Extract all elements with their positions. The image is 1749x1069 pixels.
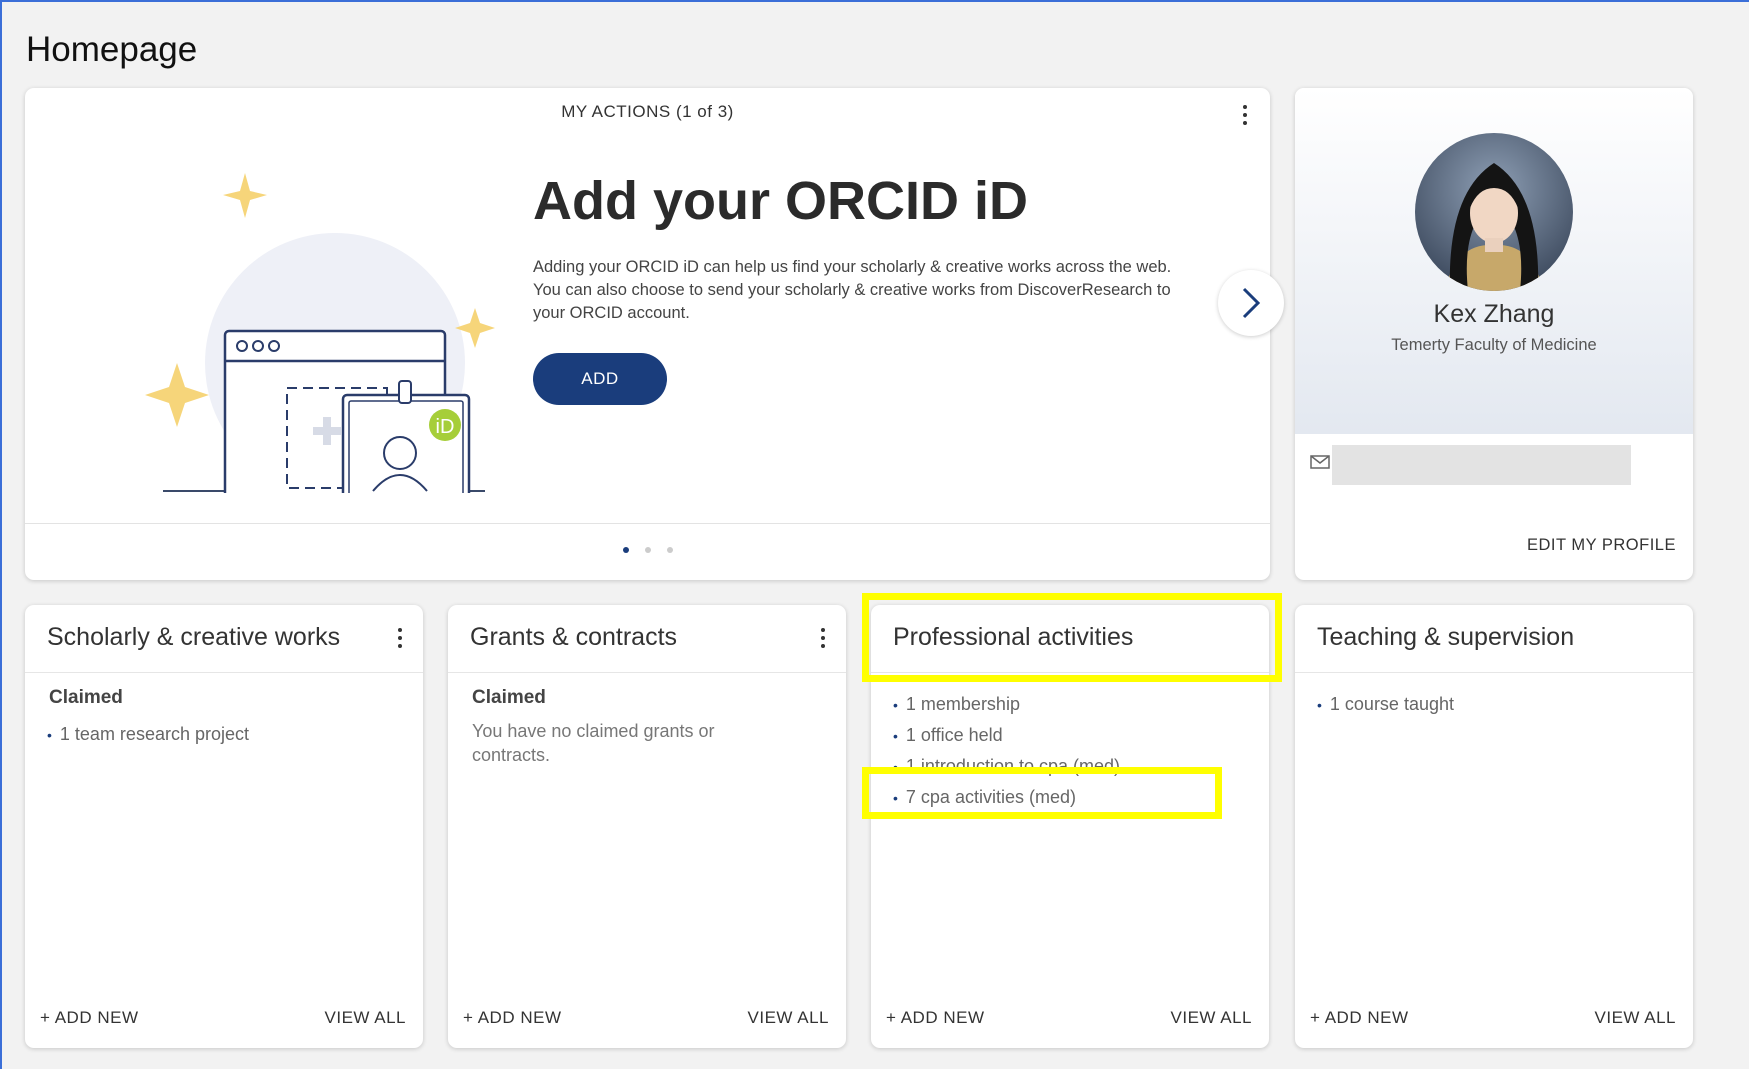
teaching-view-all[interactable]: VIEW ALL (1595, 1008, 1676, 1028)
add-orcid-button[interactable]: ADD (533, 353, 667, 405)
list-item[interactable]: • 1 office held (893, 720, 1120, 751)
works-list: • 1 team research project (47, 719, 249, 750)
works-claimed-label: Claimed (49, 687, 123, 708)
pager-dot-3[interactable] (666, 547, 673, 553)
card-divider (448, 672, 846, 673)
professional-title[interactable]: Professional activities (893, 623, 1133, 652)
professional-view-all[interactable]: VIEW ALL (1171, 1008, 1252, 1028)
works-title[interactable]: Scholarly & creative works (47, 623, 340, 652)
profile-name: Kex Zhang (1433, 300, 1555, 328)
grants-menu-icon[interactable] (820, 628, 826, 652)
card-divider (871, 672, 1269, 673)
sparkle-icon (145, 363, 209, 427)
teaching-title[interactable]: Teaching & supervision (1317, 623, 1574, 652)
my-actions-card: MY ACTIONS (1 of 3) iD Add your ORCID iD… (25, 88, 1284, 580)
page-title: Homepage (26, 30, 198, 69)
orcid-illustration: iD (145, 173, 495, 493)
card-divider (25, 672, 423, 673)
grants-view-all[interactable]: VIEW ALL (748, 1008, 829, 1028)
grants-claimed-label: Claimed (472, 687, 546, 708)
list-item[interactable]: • 7 cpa activities (med) (893, 782, 1120, 813)
avatar-photo (1415, 133, 1573, 291)
actions-divider (25, 523, 1270, 524)
teaching-add-new[interactable]: + ADD NEW (1310, 1008, 1409, 1028)
professional-card: Professional activities • 1 membership • 1… (871, 605, 1269, 1048)
teaching-card: Teaching & supervision • 1 course taught … (1295, 605, 1693, 1048)
email-redacted (1332, 445, 1631, 485)
edit-profile-link[interactable]: EDIT MY PROFILE (1527, 536, 1676, 555)
list-item[interactable]: • 1 team research project (47, 719, 249, 750)
pager-dot-2[interactable] (644, 547, 651, 553)
card-divider (1295, 672, 1693, 673)
id-card (341, 393, 471, 493)
orcid-badge-text: iD (436, 416, 455, 438)
carousel-pager (25, 547, 1270, 553)
professional-list: • 1 membership • 1 office held • 1 introduc… (893, 689, 1120, 813)
sparkle-icon (223, 173, 267, 218)
works-add-new[interactable]: + ADD NEW (40, 1008, 139, 1028)
professional-add-new[interactable]: + ADD NEW (886, 1008, 985, 1028)
action-title: Add your ORCID iD (533, 171, 1028, 231)
grants-empty-message: You have no claimed grants or contracts. (472, 721, 715, 765)
mail-icon (1310, 455, 1330, 469)
works-view-all[interactable]: VIEW ALL (325, 1008, 406, 1028)
my-actions-header: MY ACTIONS (1 of 3) (561, 102, 734, 121)
avatar[interactable] (1415, 133, 1573, 291)
actions-menu-icon[interactable] (1242, 105, 1248, 129)
pager-dot-1[interactable] (622, 547, 629, 553)
list-item[interactable]: • 1 membership (893, 689, 1120, 720)
profile-department: Temerty Faculty of Medicine (1391, 336, 1597, 354)
chevron-right-icon (1242, 287, 1261, 319)
grants-add-new[interactable]: + ADD NEW (463, 1008, 562, 1028)
grants-title[interactable]: Grants & contracts (470, 623, 677, 652)
list-item[interactable]: • 1 course taught (1317, 689, 1454, 720)
works-menu-icon[interactable] (397, 628, 403, 652)
action-description: Adding your ORCID iD can help us find yo… (533, 258, 1172, 322)
profile-card: Kex Zhang Temerty Faculty of Medicine ED… (1295, 88, 1693, 580)
next-action-button[interactable] (1218, 270, 1284, 336)
works-card: Scholarly & creative works Claimed • 1 te… (25, 605, 423, 1048)
list-item[interactable]: • 1 introduction to cpa (med) (893, 751, 1120, 782)
teaching-list: • 1 course taught (1317, 689, 1454, 720)
grants-card: Grants & contracts Claimed You have no c… (448, 605, 846, 1048)
